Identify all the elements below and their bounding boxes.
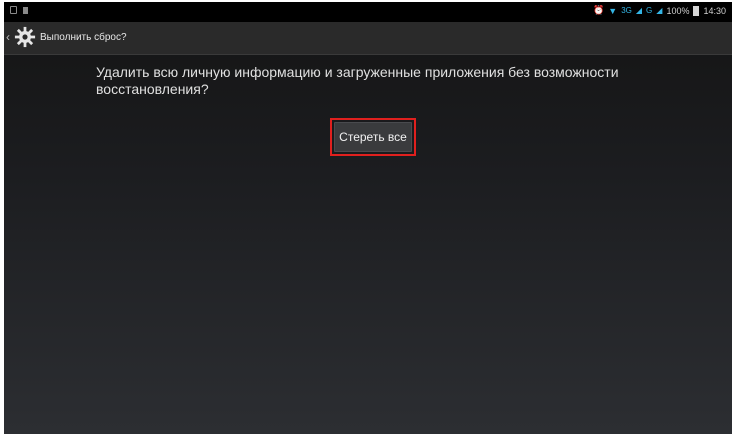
wifi-icon: ▼ xyxy=(608,5,618,16)
back-chevron-icon[interactable]: ‹ xyxy=(6,31,12,43)
usb-icon xyxy=(10,6,17,14)
battery-icon xyxy=(693,5,700,16)
clock: 14:30 xyxy=(703,5,726,16)
battery-percent: 100% xyxy=(666,5,690,16)
status-notifications xyxy=(10,6,28,14)
settings-gear-icon[interactable] xyxy=(14,26,36,48)
status-bar: ⏰ ▼ 3G ◢ G ◢ 100% 14:30 xyxy=(4,2,732,22)
signal-icon: ◢ xyxy=(635,6,643,15)
alarm-icon: ⏰ xyxy=(593,5,605,15)
signal-icon-2: ◢ xyxy=(656,6,663,15)
notification-icon xyxy=(23,6,28,14)
device-screen: ⏰ ▼ 3G ◢ G ◢ 100% 14:30 ‹ Выполнить сбро… xyxy=(4,2,732,434)
status-indicators: ⏰ ▼ 3G ◢ G ◢ 100% 14:30 xyxy=(593,5,726,16)
reset-warning-message: Удалить всю личную информацию и загружен… xyxy=(96,64,619,97)
page-title: Выполнить сброс? xyxy=(40,32,127,43)
action-bar: ‹ Выполнить сброс? xyxy=(4,22,732,55)
network-type-3g: 3G xyxy=(621,6,632,15)
network-type-g: G xyxy=(646,6,653,15)
erase-all-button[interactable]: Стереть все xyxy=(334,122,412,152)
